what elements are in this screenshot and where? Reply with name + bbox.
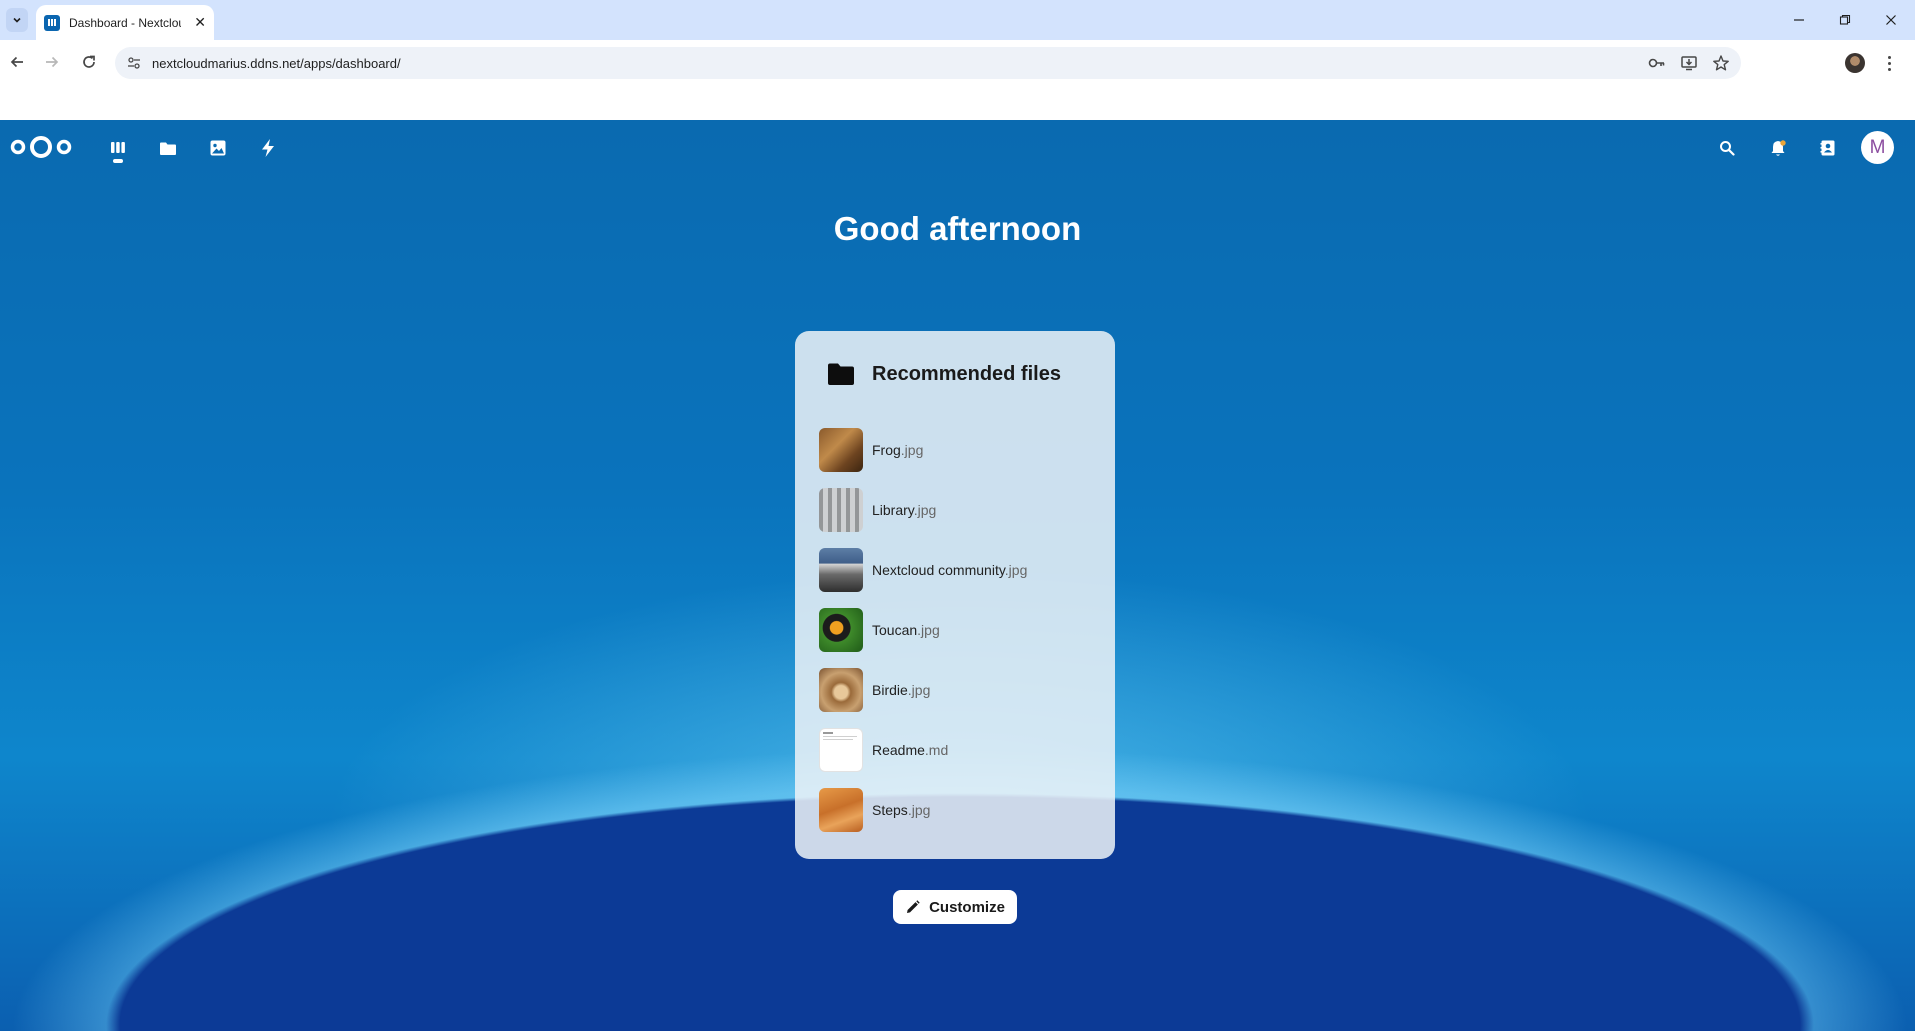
search-icon (1720, 141, 1735, 156)
customize-label: Customize (929, 898, 1005, 916)
close-icon (1886, 15, 1896, 25)
files-app-icon[interactable] (153, 133, 183, 163)
file-item[interactable]: Readme.md (819, 727, 1099, 772)
file-name: Birdie.jpg (872, 681, 931, 698)
greeting-heading: Good afternoon (833, 210, 1082, 247)
address-bar[interactable]: nextcloudmarius.ddns.net/apps/dashboard/ (115, 47, 1741, 79)
search-button[interactable] (1712, 133, 1742, 163)
reload-button[interactable] (76, 49, 102, 75)
file-thumbnail (819, 427, 863, 472)
nextcloud-favicon-icon (44, 14, 60, 31)
bookmark-star-icon[interactable] (1709, 51, 1733, 75)
file-name: Nextcloud community.jpg (872, 561, 1028, 578)
browser-tab-active[interactable]: Dashboard - Nextcloud ✕ (36, 5, 214, 40)
back-button[interactable] (4, 49, 30, 75)
file-thumbnail (819, 667, 863, 712)
nextcloud-logo-icon[interactable] (10, 135, 72, 159)
file-thumbnail (819, 607, 863, 652)
file-name: Library.jpg (872, 501, 937, 518)
minimize-icon (1794, 19, 1804, 21)
nextcloud-dashboard: M Good afternoon Recommended files Frog.… (0, 120, 1915, 1031)
file-item[interactable]: Nextcloud community.jpg (819, 547, 1099, 592)
file-name: Toucan.jpg (872, 621, 940, 638)
file-name: Steps.jpg (872, 801, 931, 818)
file-thumbnail (819, 487, 863, 532)
browser-tab-strip: Dashboard - Nextcloud ✕ (0, 0, 1915, 40)
browser-toolbar: nextcloudmarius.ddns.net/apps/dashboard/ (0, 40, 1915, 120)
file-item[interactable]: Steps.jpg (819, 787, 1099, 832)
widget-header: Recommended files (827, 362, 1061, 386)
tab-title: Dashboard - Nextcloud (69, 15, 181, 30)
active-app-indicator (113, 159, 123, 163)
password-key-icon[interactable] (1645, 51, 1669, 75)
file-thumbnail (819, 727, 863, 772)
window-close-button[interactable] (1868, 8, 1914, 32)
file-name: Frog.jpg (872, 441, 924, 458)
file-item[interactable]: Library.jpg (819, 487, 1099, 532)
forward-button[interactable] (39, 49, 65, 75)
folder-icon (828, 363, 854, 385)
install-app-icon[interactable] (1677, 51, 1701, 75)
contacts-icon (1820, 140, 1835, 156)
photos-app-icon[interactable] (203, 133, 233, 163)
notifications-button[interactable] (1763, 133, 1793, 163)
file-item[interactable]: Birdie.jpg (819, 667, 1099, 712)
pencil-icon (907, 899, 920, 913)
file-item[interactable]: Frog.jpg (819, 427, 1099, 472)
tab-close-button[interactable]: ✕ (194, 14, 206, 31)
customize-button[interactable]: Customize (893, 890, 1017, 924)
browser-menu-button[interactable] (1882, 51, 1896, 75)
user-avatar[interactable]: M (1861, 131, 1894, 164)
widget-title: Recommended files (872, 362, 1061, 385)
window-restore-button[interactable] (1822, 8, 1868, 32)
bell-icon (1771, 140, 1786, 156)
chevron-down-icon (13, 17, 21, 23)
window-minimize-button[interactable] (1776, 8, 1822, 32)
activity-app-icon[interactable] (253, 133, 283, 163)
file-thumbnail (819, 787, 863, 832)
arrow-right-icon (46, 56, 59, 68)
nextcloud-header: M (0, 120, 1915, 170)
url-text[interactable]: nextcloudmarius.ddns.net/apps/dashboard/ (152, 56, 401, 71)
restore-icon (1839, 14, 1851, 25)
contacts-button[interactable] (1813, 133, 1843, 163)
site-settings-icon[interactable] (125, 54, 143, 72)
tab-list-button[interactable] (6, 8, 28, 32)
file-thumbnail (819, 547, 863, 592)
recommended-files-widget: Recommended files Frog.jpg Library.jpg N… (795, 331, 1115, 859)
reload-icon (83, 55, 95, 68)
arrow-left-icon (10, 56, 23, 68)
file-item[interactable]: Toucan.jpg (819, 607, 1099, 652)
file-name: Readme.md (872, 741, 949, 758)
browser-profile-avatar[interactable] (1845, 53, 1865, 73)
